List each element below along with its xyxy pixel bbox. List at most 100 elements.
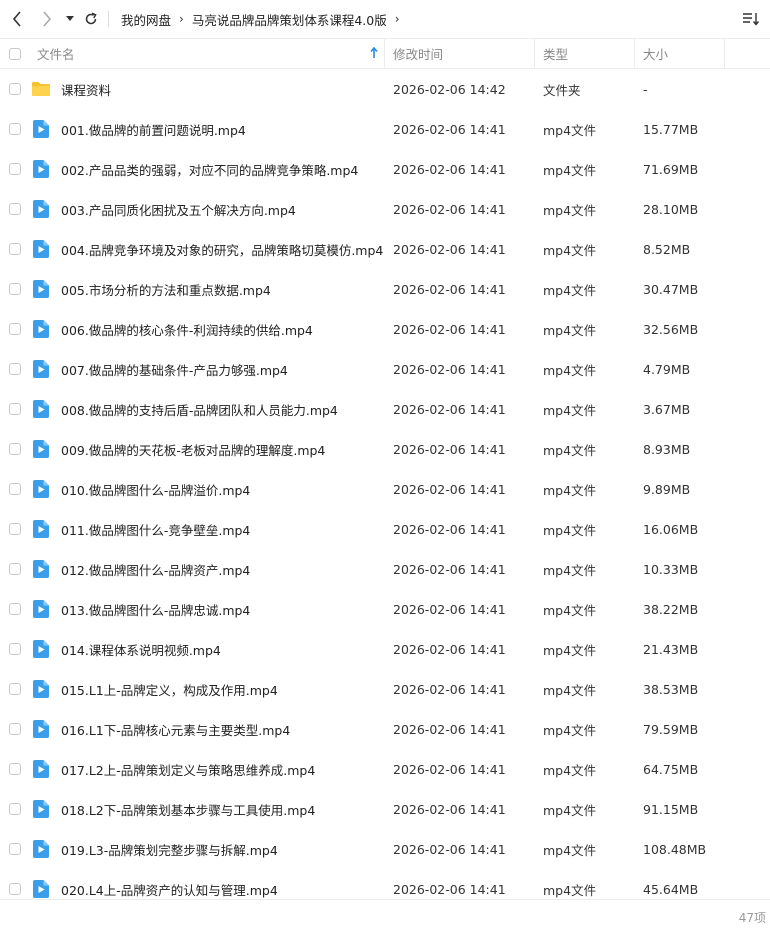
file-name[interactable]: 001.做品牌的前置问题说明.mp4 [61, 109, 383, 149]
file-size: 108.48MB [643, 841, 707, 857]
video-file-icon [30, 429, 52, 469]
file-name[interactable]: 008.做品牌的支持后盾-品牌团队和人员能力.mp4 [61, 389, 383, 429]
video-file-icon [30, 469, 52, 509]
file-name[interactable]: 016.L1下-品牌核心元素与主要类型.mp4 [61, 709, 383, 749]
file-row[interactable]: 017.L2上-品牌策划定义与策略思维养成.mp4 2026-02-06 14:4… [0, 749, 770, 789]
history-dropdown-button[interactable] [64, 0, 76, 38]
file-type: 文件夹 [543, 82, 581, 98]
video-file-icon [30, 549, 52, 589]
file-row[interactable]: 014.课程体系说明视频.mp4 2026-02-06 14:41 mp4文件 21.… [0, 629, 770, 669]
file-row[interactable]: 003.产品同质化困扰及五个解决方向.mp4 2026-02-06 14:41 mp… [0, 189, 770, 229]
file-type: mp4文件 [543, 242, 597, 258]
file-size: 16.06MB [643, 521, 699, 537]
row-checkbox[interactable] [9, 763, 21, 775]
column-header-size[interactable]: 大小 [635, 39, 725, 68]
file-name[interactable]: 005.市场分析的方法和重点数据.mp4 [61, 269, 383, 309]
row-checkbox[interactable] [9, 603, 21, 615]
file-row[interactable]: 007.做品牌的基础条件-产品力够强.mp4 2026-02-06 14:41 mp… [0, 349, 770, 389]
file-name[interactable]: 018.L2下-品牌策划基本步骤与工具使用.mp4 [61, 789, 383, 829]
row-checkbox[interactable] [9, 563, 21, 575]
row-checkbox[interactable] [9, 803, 21, 815]
column-header-type[interactable]: 类型 [535, 39, 635, 68]
row-checkbox[interactable] [9, 643, 21, 655]
file-size: 9.89MB [643, 481, 691, 497]
file-name[interactable]: 006.做品牌的核心条件-利润持续的供给.mp4 [61, 309, 383, 349]
column-header-name[interactable]: 文件名 [30, 39, 385, 68]
file-name[interactable]: 课程资料 [61, 69, 383, 109]
row-checkbox[interactable] [9, 523, 21, 535]
file-row[interactable]: 004.品牌竞争环境及对象的研究，品牌策略切莫模仿.mp4 2026-02-06 … [0, 229, 770, 269]
file-name[interactable]: 002.产品品类的强弱，对应不同的品牌竞争策略.mp4 [61, 149, 383, 189]
row-checkbox[interactable] [9, 323, 21, 335]
sort-menu-button[interactable] [742, 0, 760, 38]
row-checkbox[interactable] [9, 243, 21, 255]
file-name[interactable]: 004.品牌竞争环境及对象的研究，品牌策略切莫模仿.mp4 [61, 229, 383, 269]
file-row[interactable]: 009.做品牌的天花板-老板对品牌的理解度.mp4 2026-02-06 14:4… [0, 429, 770, 469]
row-checkbox[interactable] [9, 363, 21, 375]
file-name[interactable]: 011.做品牌图什么-竞争壁垒.mp4 [61, 509, 383, 549]
back-button[interactable] [8, 0, 26, 38]
refresh-button[interactable] [82, 0, 100, 38]
row-checkbox[interactable] [9, 163, 21, 175]
row-checkbox[interactable] [9, 723, 21, 735]
row-checkbox[interactable] [9, 283, 21, 295]
select-all-checkbox[interactable] [9, 47, 21, 60]
file-row[interactable]: 005.市场分析的方法和重点数据.mp4 2026-02-06 14:41 mp4文… [0, 269, 770, 309]
file-name[interactable]: 019.L3-品牌策划完整步骤与拆解.mp4 [61, 829, 383, 869]
file-modified: 2026-02-06 14:41 [393, 481, 506, 497]
file-modified: 2026-02-06 14:41 [393, 561, 506, 577]
file-size: - [643, 81, 648, 97]
file-row[interactable]: 008.做品牌的支持后盾-品牌团队和人员能力.mp4 2026-02-06 14:… [0, 389, 770, 429]
row-checkbox[interactable] [9, 403, 21, 415]
row-checkbox[interactable] [9, 203, 21, 215]
row-checkbox[interactable] [9, 843, 21, 855]
column-header-modified[interactable]: 修改时间 [385, 39, 535, 68]
file-type: mp4文件 [543, 362, 597, 378]
file-row[interactable]: 001.做品牌的前置问题说明.mp4 2026-02-06 14:41 mp4文件 1… [0, 109, 770, 149]
forward-button[interactable] [38, 0, 56, 38]
row-checkbox[interactable] [9, 483, 21, 495]
file-name[interactable]: 003.产品同质化困扰及五个解决方向.mp4 [61, 189, 383, 229]
row-checkbox[interactable] [9, 443, 21, 455]
file-row[interactable]: 016.L1下-品牌核心元素与主要类型.mp4 2026-02-06 14:41 m… [0, 709, 770, 749]
file-row[interactable]: 015.L1上-品牌定义，构成及作用.mp4 2026-02-06 14:41 mp… [0, 669, 770, 709]
file-modified: 2026-02-06 14:41 [393, 801, 506, 817]
file-name[interactable]: 014.课程体系说明视频.mp4 [61, 629, 383, 669]
file-size: 91.15MB [643, 801, 699, 817]
file-row[interactable]: 018.L2下-品牌策划基本步骤与工具使用.mp4 2026-02-06 14:4… [0, 789, 770, 829]
file-row[interactable]: 012.做品牌图什么-品牌资产.mp4 2026-02-06 14:41 mp4文件… [0, 549, 770, 589]
file-size: 38.22MB [643, 601, 699, 617]
file-row[interactable]: 019.L3-品牌策划完整步骤与拆解.mp4 2026-02-06 14:41 mp… [0, 829, 770, 869]
file-modified: 2026-02-06 14:41 [393, 121, 506, 137]
row-checkbox-cell [0, 109, 30, 149]
file-name[interactable]: 013.做品牌图什么-品牌忠诚.mp4 [61, 589, 383, 629]
row-checkbox[interactable] [9, 883, 21, 895]
breadcrumb-item-root[interactable]: 我的网盘 [121, 10, 171, 29]
row-checkbox[interactable] [9, 683, 21, 695]
file-modified: 2026-02-06 14:41 [393, 601, 506, 617]
file-size: 21.43MB [643, 641, 699, 657]
file-row[interactable]: 002.产品品类的强弱，对应不同的品牌竞争策略.mp4 2026-02-06 14… [0, 149, 770, 189]
breadcrumb: 我的网盘 › 马亮说品牌品牌策划体系课程4.0版 › [108, 0, 408, 38]
file-row[interactable]: 课程资料 2026-02-06 14:42 文件夹 - [0, 69, 770, 109]
file-row[interactable]: 010.做品牌图什么-品牌溢价.mp4 2026-02-06 14:41 mp4文件… [0, 469, 770, 509]
file-name[interactable]: 012.做品牌图什么-品牌资产.mp4 [61, 549, 383, 589]
folder-icon [30, 69, 52, 109]
file-row[interactable]: 020.L4上-品牌资产的认知与管理.mp4 2026-02-06 14:41 mp… [0, 869, 770, 899]
file-name[interactable]: 009.做品牌的天花板-老板对品牌的理解度.mp4 [61, 429, 383, 469]
file-name[interactable]: 015.L1上-品牌定义，构成及作用.mp4 [61, 669, 383, 709]
row-checkbox[interactable] [9, 83, 21, 95]
row-checkbox[interactable] [9, 123, 21, 135]
file-row[interactable]: 006.做品牌的核心条件-利润持续的供给.mp4 2026-02-06 14:41… [0, 309, 770, 349]
file-type: mp4文件 [543, 522, 597, 538]
file-size: 64.75MB [643, 761, 699, 777]
file-name[interactable]: 017.L2上-品牌策划定义与策略思维养成.mp4 [61, 749, 383, 789]
file-row[interactable]: 013.做品牌图什么-品牌忠诚.mp4 2026-02-06 14:41 mp4文件… [0, 589, 770, 629]
breadcrumb-item-current[interactable]: 马亮说品牌品牌策划体系课程4.0版 [192, 10, 387, 29]
file-type: mp4文件 [543, 562, 597, 578]
file-name[interactable]: 020.L4上-品牌资产的认知与管理.mp4 [61, 869, 383, 899]
file-row[interactable]: 011.做品牌图什么-竞争壁垒.mp4 2026-02-06 14:41 mp4文件… [0, 509, 770, 549]
file-size: 32.56MB [643, 321, 699, 337]
file-name[interactable]: 010.做品牌图什么-品牌溢价.mp4 [61, 469, 383, 509]
file-name[interactable]: 007.做品牌的基础条件-产品力够强.mp4 [61, 349, 383, 389]
